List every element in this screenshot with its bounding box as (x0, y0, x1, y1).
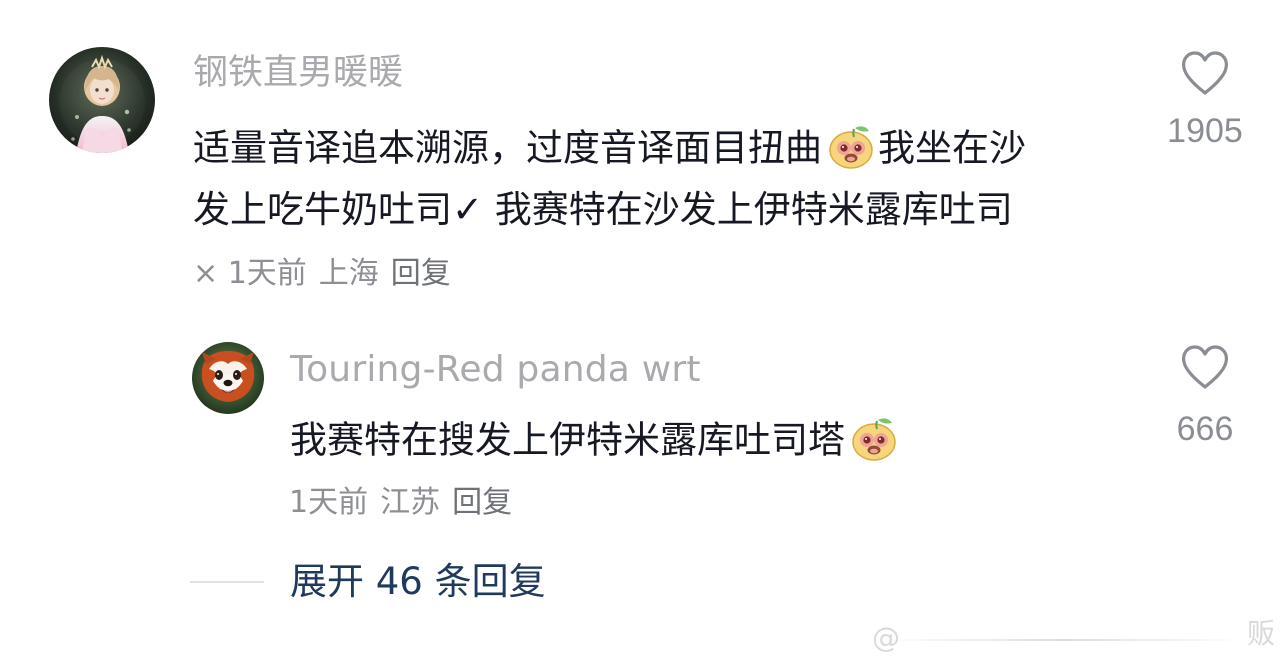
like-count: 666 (1176, 410, 1234, 448)
username[interactable]: 钢铁直男暖暖 (193, 56, 403, 91)
watermark-text: 贩 (1247, 617, 1276, 650)
username[interactable]: Touring-Red panda wrt (290, 352, 701, 388)
reply-button[interactable]: 回复 (391, 256, 451, 291)
close-icon: × (193, 256, 219, 291)
avatar-image (49, 47, 155, 153)
comment-meta: 1天前 江苏 回复 (289, 488, 512, 518)
expand-replies-button[interactable]: 展开 46 条回复 (290, 563, 546, 600)
comment-text-line-1: 适量音译追本溯源，过度音译面目扭曲 我坐在沙 (193, 124, 1026, 176)
watermark: @ 贩 (870, 618, 1284, 658)
comment-meta: × 1天前 上海 回复 (193, 259, 451, 289)
avatar[interactable] (49, 47, 155, 153)
heart-outline-icon[interactable] (1180, 50, 1230, 96)
comment-location: 江苏 (380, 485, 441, 520)
comment-thread: 钢铁直男暖暖 适量音译追本溯源，过度音译面目扭曲 我坐在沙 发上吃牛奶吐司✓ 我… (0, 0, 1284, 668)
comment-time: 1天前 (289, 485, 369, 520)
like-block[interactable]: 1905 (1155, 50, 1255, 148)
like-count: 1905 (1167, 112, 1243, 150)
comment-text-line-2: 发上吃牛奶吐司✓ 我赛特在沙发上伊特米露库吐司 (193, 188, 1013, 231)
heart-outline-icon[interactable] (1180, 344, 1230, 390)
expand-replies-row[interactable]: 展开 46 条回复 (190, 563, 546, 600)
comment-location: 上海 (318, 256, 379, 291)
watermark-line (884, 639, 1244, 641)
comment-text-segment: 我赛特在搜发上伊特米露库吐司塔 (290, 418, 845, 462)
smiling-emoji-icon (848, 412, 900, 464)
comment-text-segment: 我坐在沙 (878, 126, 1026, 170)
smiling-emoji-icon (825, 120, 877, 172)
comment-text-segment: 适量音译追本溯源，过度音译面目扭曲 (193, 126, 822, 170)
avatar[interactable] (192, 342, 264, 414)
reply-button[interactable]: 回复 (452, 485, 512, 520)
divider-line (190, 580, 264, 583)
comment-time: 1天前 (227, 256, 307, 291)
at-symbol-icon: @ (872, 621, 900, 654)
avatar-image (192, 342, 264, 414)
reply-comment-text: 我赛特在搜发上伊特米露库吐司塔 (290, 416, 901, 468)
like-block[interactable]: 666 (1155, 344, 1255, 446)
